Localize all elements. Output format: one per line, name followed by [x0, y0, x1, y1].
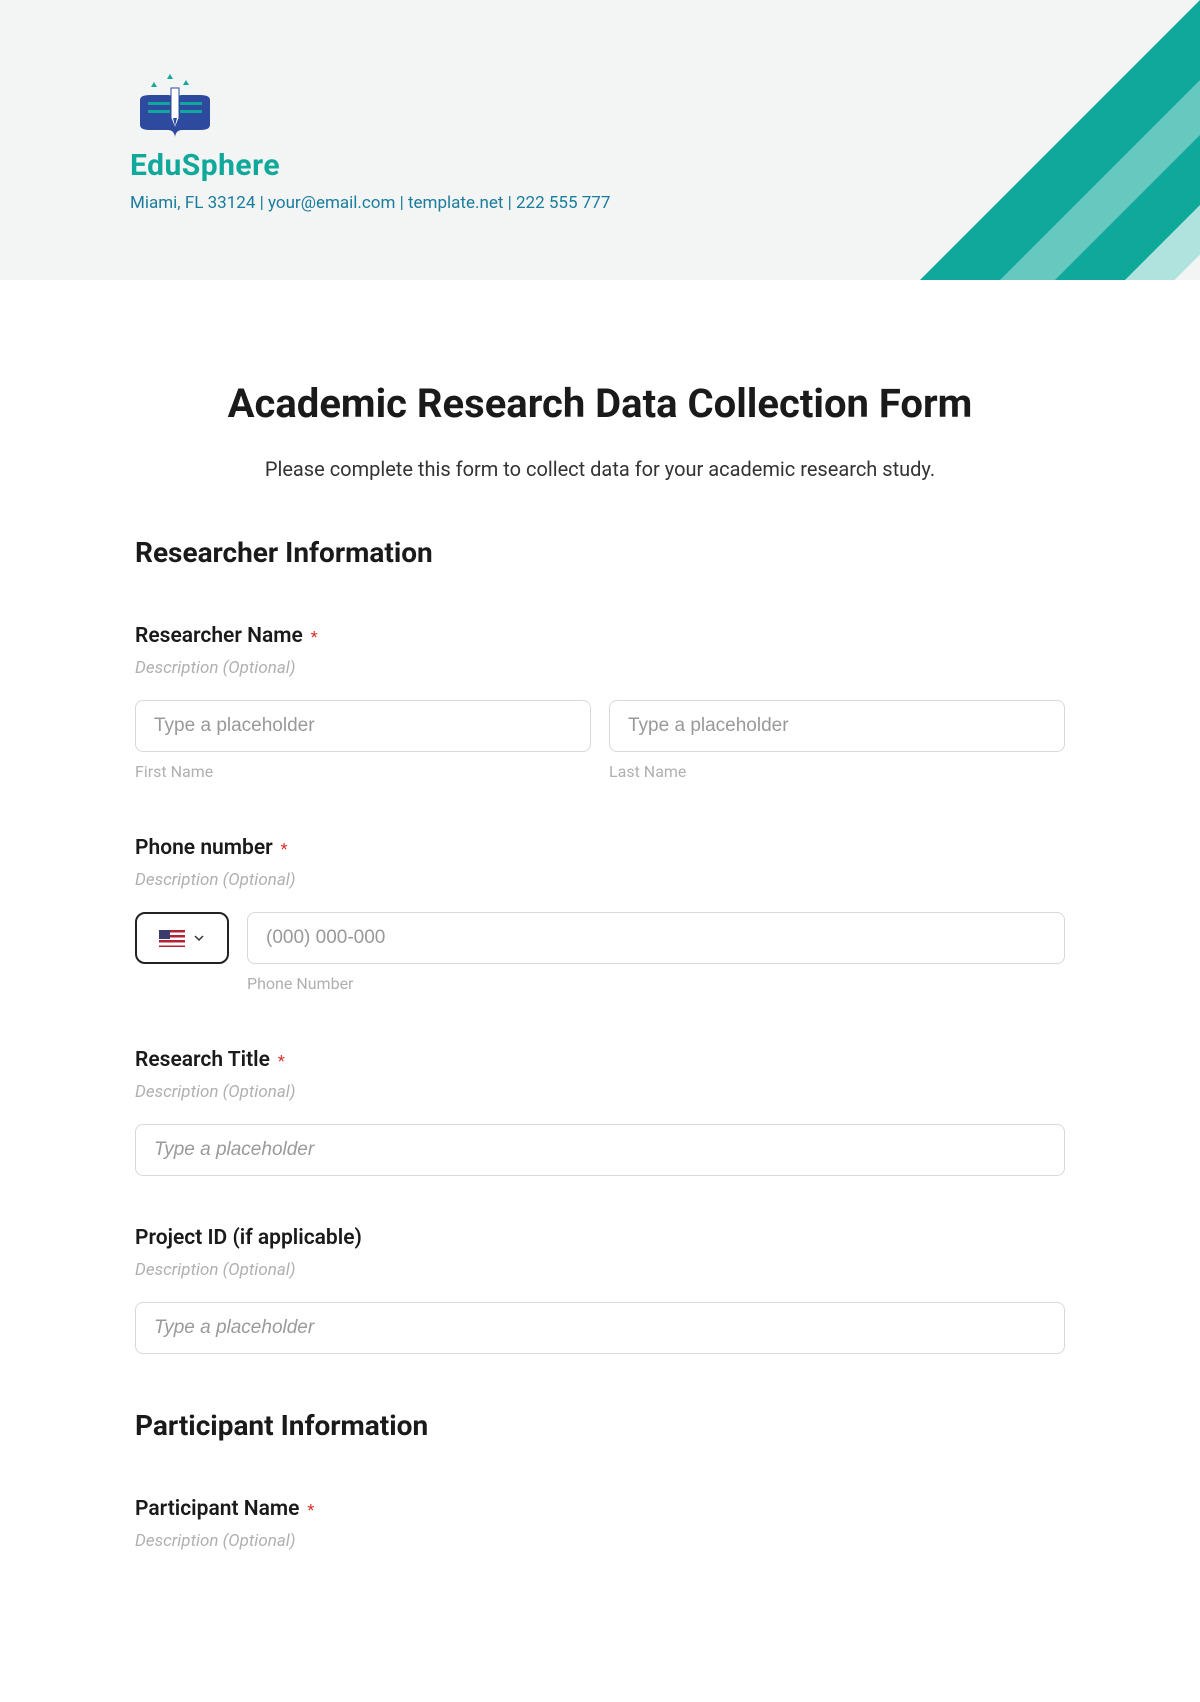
field-research-title: Research Title * Description (Optional) [135, 1048, 1065, 1176]
sublabel-last-name: Last Name [609, 762, 1065, 781]
form-title: Academic Research Data Collection Form [135, 380, 1065, 427]
phone-input[interactable] [247, 912, 1065, 964]
section-participant-info: Participant Information [135, 1409, 1065, 1442]
form-area: Academic Research Data Collection Form P… [0, 280, 1200, 1551]
desc-researcher-name: Description (Optional) [135, 658, 1065, 678]
brand-name: EduSphere [130, 148, 610, 183]
header-banner: EduSphere Miami, FL 33124 | your@email.c… [0, 0, 1200, 280]
desc-research-title: Description (Optional) [135, 1082, 1065, 1102]
research-title-input[interactable] [135, 1124, 1065, 1176]
first-name-input[interactable] [135, 700, 591, 752]
contact-info: Miami, FL 33124 | your@email.com | templ… [130, 193, 610, 213]
chevron-down-icon [193, 932, 205, 944]
sublabel-first-name: First Name [135, 762, 591, 781]
label-research-title: Research Title [135, 1048, 270, 1072]
section-researcher-info: Researcher Information [135, 536, 1065, 569]
logo-block: EduSphere Miami, FL 33124 | your@email.c… [130, 70, 610, 213]
us-flag-icon [159, 930, 185, 947]
project-id-input[interactable] [135, 1302, 1065, 1354]
required-asterisk: * [307, 1500, 314, 1519]
country-code-select[interactable] [135, 912, 229, 964]
field-participant-name: Participant Name * Description (Optional… [135, 1497, 1065, 1551]
required-asterisk: * [278, 1051, 285, 1070]
label-phone: Phone number [135, 836, 273, 860]
brand-logo-icon [130, 70, 220, 140]
required-asterisk: * [281, 839, 288, 858]
field-phone: Phone number * Description (Optional) Ph… [135, 836, 1065, 993]
last-name-input[interactable] [609, 700, 1065, 752]
required-asterisk: * [311, 627, 318, 646]
sublabel-phone: Phone Number [247, 974, 1065, 993]
desc-phone: Description (Optional) [135, 870, 1065, 890]
desc-participant-name: Description (Optional) [135, 1531, 1065, 1551]
desc-project-id: Description (Optional) [135, 1260, 1065, 1280]
field-project-id: Project ID (if applicable) Description (… [135, 1226, 1065, 1354]
label-participant-name: Participant Name [135, 1497, 299, 1521]
label-project-id: Project ID (if applicable) [135, 1226, 362, 1250]
label-researcher-name: Researcher Name [135, 624, 303, 648]
form-subtitle: Please complete this form to collect dat… [135, 457, 1065, 481]
field-researcher-name: Researcher Name * Description (Optional)… [135, 624, 1065, 781]
decorative-stripes [700, 0, 1200, 280]
